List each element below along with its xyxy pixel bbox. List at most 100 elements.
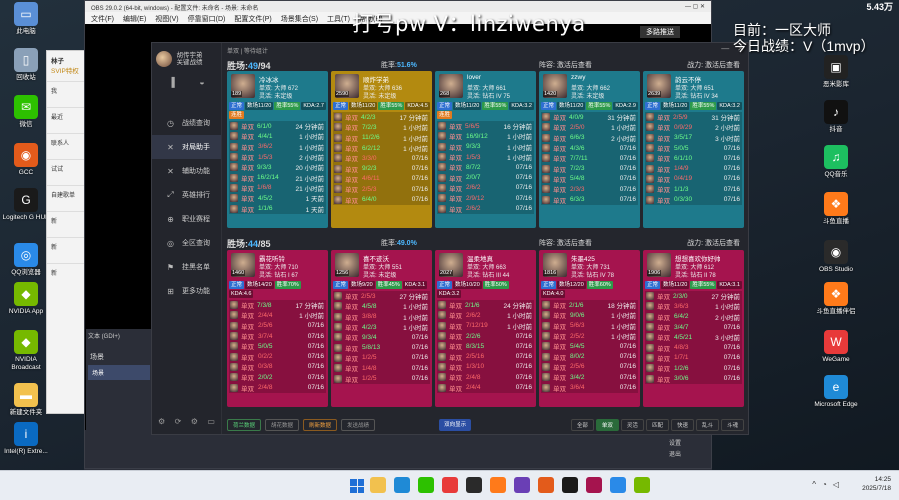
multi-push-label[interactable]: 多路推送 xyxy=(640,26,680,38)
match-row[interactable]: 单双 6/4/2 2 小时前 xyxy=(645,312,742,322)
match-row[interactable]: 单双 7/2/3 07/16 xyxy=(541,163,638,174)
match-row[interactable]: 单双 2/4/8 07/16 xyxy=(437,372,534,382)
match-row[interactable]: 单双 2/6/2 07/16 xyxy=(437,203,534,214)
desktop-icon[interactable]: ❖ 斗鱼直播 xyxy=(812,192,860,226)
menu-item[interactable]: 配置文件(P) xyxy=(234,14,271,23)
desktop-icon[interactable]: ▯ 回收站 xyxy=(2,48,50,82)
match-row[interactable]: 单双 4/2/3 1 小时前 xyxy=(333,322,430,332)
nav-item[interactable]: ◷ 战绩查询 xyxy=(152,111,221,135)
desktop-icon[interactable]: i Intel(R) Extre... xyxy=(2,422,50,456)
desktop-icon[interactable]: ♫ QQ音乐 xyxy=(812,145,860,179)
footer-button[interactable]: 发送战绩 xyxy=(341,419,376,431)
obs-window-controls[interactable]: — ▢ ✕ xyxy=(685,3,705,10)
match-row[interactable]: 单双 2/5/16 07/16 xyxy=(437,351,534,362)
queue-filter-button[interactable]: 全部 xyxy=(570,419,594,431)
match-row[interactable]: 单双 2/5/6 07/16 xyxy=(229,321,326,331)
match-row[interactable]: 单双 11/2/6 1 小时前 xyxy=(333,133,430,143)
app-tab-bar[interactable]: 单双 | 等待组计 xyxy=(223,43,748,55)
queue-filter-button[interactable]: 乱斗 xyxy=(695,419,719,431)
volume-icon[interactable]: ◁ xyxy=(833,480,839,489)
match-row[interactable]: 单双 4/6/11 07/16 xyxy=(333,174,430,184)
match-row[interactable]: 单双 2/5/3 07/16 xyxy=(333,184,430,194)
footer-button[interactable]: 胡花数据 xyxy=(265,419,300,431)
pin-icon[interactable]: ▐ xyxy=(168,77,174,87)
match-row[interactable]: 单双 2/3/3 07/16 xyxy=(541,184,638,194)
match-row[interactable]: 单双 4/3/6 07/16 xyxy=(541,143,638,153)
match-row[interactable]: 单双 0/4/19 07/16 xyxy=(645,174,742,184)
player-card[interactable]: 268 lover 单双: 大师 661 灵活: 钻石 IV 75 正常 数场11/20 胜… xyxy=(435,71,536,228)
taskbar-app-icon[interactable] xyxy=(538,477,554,493)
match-row[interactable]: 单双 1/1/6 1 天前 xyxy=(229,203,326,214)
match-row[interactable]: 单双 1/4/9 07/16 xyxy=(645,163,742,174)
match-row[interactable]: 单双 5/0/5 07/16 xyxy=(229,341,326,351)
match-row[interactable]: 单双 5/4/5 07/16 xyxy=(541,341,638,351)
match-row[interactable]: 单双 2/5/9 31 分钟前 xyxy=(645,112,742,122)
desktop-icon[interactable]: ◉ GCC xyxy=(2,143,50,177)
menu-item[interactable]: 场景集合(S) xyxy=(281,14,318,23)
match-row[interactable]: 单双 6/2/12 1 小时前 xyxy=(333,143,430,153)
match-row[interactable]: 单双 16/9/12 1 小时前 xyxy=(437,131,534,141)
footer-button[interactable]: 荷兰数据 xyxy=(227,419,262,431)
match-row[interactable]: 单双 3/4/2 07/16 xyxy=(541,372,638,382)
match-row[interactable]: 单双 1/3/10 07/16 xyxy=(437,362,534,372)
match-row[interactable]: 单双 1/2/5 07/16 xyxy=(333,353,430,363)
player-card[interactable]: 2027 温柔地真 单双: 大师 663 灵活: 钻石 III 44 正常 数场10/20… xyxy=(435,250,536,407)
menu-item[interactable]: 停靠窗口(D) xyxy=(188,14,226,23)
desktop-icon[interactable]: ◉ OBS Studio xyxy=(812,240,860,274)
player-name[interactable]: lover xyxy=(467,74,481,81)
match-row[interactable]: 单双 9/2/3 07/16 xyxy=(333,163,430,174)
minimize-icon[interactable]: — xyxy=(721,44,729,53)
match-row[interactable]: 单双 5/0/5 07/16 xyxy=(645,143,742,153)
queue-filter-button[interactable]: 斗魂 xyxy=(720,419,744,431)
taskbar-app-icon[interactable] xyxy=(442,477,458,493)
taskbar-app-icon[interactable] xyxy=(490,477,506,493)
nav-item[interactable]: ⚑ 挂黑名单 xyxy=(152,255,221,279)
match-row[interactable]: 单双 4/5/8 1 小时前 xyxy=(333,301,430,311)
nav-item[interactable]: ⤢ 英雄排行 xyxy=(152,183,221,207)
match-row[interactable]: 单双 4/5/2 1 天前 xyxy=(229,193,326,203)
match-row[interactable]: 单双 1/7/1 07/16 xyxy=(645,353,742,363)
desktop-icon[interactable]: ◆ NVIDIA Broadcast xyxy=(2,330,50,372)
minimize-icon[interactable]: ▭ xyxy=(207,417,215,426)
match-row[interactable]: 单双 9/0/6 1 小时前 xyxy=(541,310,638,320)
match-row[interactable]: 单双 0/3/30 07/16 xyxy=(645,194,742,205)
player-card[interactable]: 1256 喜不迹沃 单双: 大师 551 灵活: 未定级 正常 数场9/20 胜率45% KD… xyxy=(331,250,432,407)
match-row[interactable]: 单双 2/5/2 1 小时前 xyxy=(541,331,638,341)
match-row[interactable]: 单双 2/4/4 1 小时前 xyxy=(229,310,326,320)
taskbar-app-icon[interactable] xyxy=(562,477,578,493)
match-row[interactable]: 单双 2/4/4 07/16 xyxy=(437,382,534,393)
queue-filter-button[interactable]: 快速 xyxy=(670,419,694,431)
match-row[interactable]: 单双 2/2/6 07/16 xyxy=(437,331,534,341)
match-row[interactable]: 单双 9/3/4 07/16 xyxy=(333,332,430,342)
taskbar-app-icon[interactable] xyxy=(370,477,386,493)
nav-item[interactable]: ✕ 对局助手 xyxy=(152,135,221,159)
queue-filter-button[interactable]: 单双 xyxy=(595,419,619,431)
match-row[interactable]: 单双 8/3/15 07/16 xyxy=(437,341,534,351)
match-row[interactable]: 单双 5/6/5 16 分钟前 xyxy=(437,121,534,131)
match-row[interactable]: 单双 2/1/6 24 分钟前 xyxy=(437,300,534,310)
match-row[interactable]: 单双 2/1/6 18 分钟前 xyxy=(541,300,638,310)
desktop-icon[interactable]: ▣ 恶米影库 xyxy=(812,55,860,89)
wifi-icon[interactable]: ◔ xyxy=(822,480,827,489)
match-row[interactable]: 单双 2/4/8 07/16 xyxy=(229,382,326,393)
nav-item[interactable]: ✕ 辅助功能 xyxy=(152,159,221,183)
match-row[interactable]: 单双 1/1/3 07/16 xyxy=(645,184,742,194)
footer-button[interactable]: 双向显示 xyxy=(439,419,472,431)
match-row[interactable]: 单双 6/1/10 07/16 xyxy=(645,153,742,163)
match-row[interactable]: 单双 8/0/2 07/16 xyxy=(541,351,638,362)
match-row[interactable]: 单双 3/0/6 07/16 xyxy=(645,373,742,384)
player-card[interactable]: 2639 韵云不停 单双: 大师 651 灵活: 钻石 IV 34 正常 数场11/20 胜… xyxy=(643,71,744,228)
match-row[interactable]: 单双 0/2/2 07/16 xyxy=(229,351,326,362)
desktop-icon[interactable]: ♪ 抖音 xyxy=(812,100,860,134)
match-row[interactable]: 单双 2/5/3 27 分钟前 xyxy=(333,291,430,301)
match-row[interactable]: 单双 16/2/14 21 小时前 xyxy=(229,172,326,183)
match-row[interactable]: 单双 5/8/13 07/16 xyxy=(333,342,430,353)
settings-icon[interactable]: ⚙ xyxy=(158,417,165,426)
chevron-up-icon[interactable]: ^ xyxy=(812,480,816,489)
match-row[interactable]: 单双 3/6/3 1 小时前 xyxy=(645,301,742,311)
player-card[interactable]: 1460 霸花听铃 单双: 大师 710 灵活: 钻石 I 67 正常 数场14/20 胜率… xyxy=(227,250,328,407)
taskbar-app-icon[interactable] xyxy=(586,477,602,493)
match-row[interactable]: 单双 9/3/3 20 小时前 xyxy=(229,162,326,172)
desktop-icon[interactable]: ✉ 微信 xyxy=(2,95,50,129)
match-row[interactable]: 单双 2/5/6 07/16 xyxy=(541,362,638,372)
